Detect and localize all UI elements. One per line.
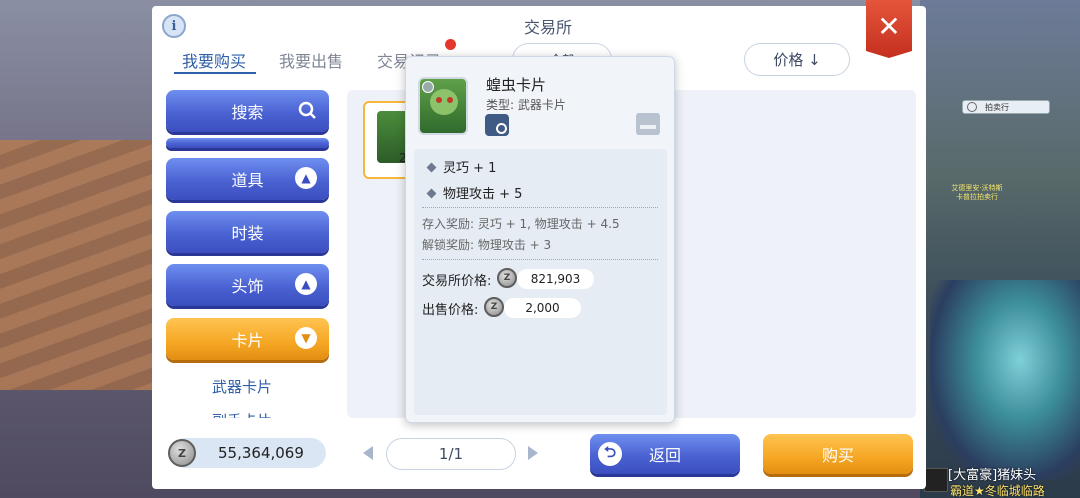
diamond-bullet-icon [426, 162, 437, 173]
item-name: 蝗虫卡片 [486, 76, 547, 94]
guild-name: 霸道★冬临城临路 [950, 484, 1045, 498]
chevron-down-icon: ▼ [295, 327, 317, 349]
sidebar-item-label: 道具 [231, 171, 264, 190]
info-button[interactable]: i [162, 14, 186, 38]
divider [422, 207, 658, 208]
unlock-bonus: 解锁奖励: 物理攻击 + 3 [422, 238, 552, 252]
search-button[interactable]: 搜索 [166, 90, 329, 132]
sidebar-item-headwear[interactable]: 头饰 ▲ [166, 264, 329, 306]
return-icon: ⮌ [598, 442, 622, 466]
stat-line: 灵巧 + 1 [426, 157, 496, 176]
subcategory-offhand-cards[interactable]: 副手卡片 [212, 410, 272, 418]
deposit-bonus: 存入奖励: 灵巧 + 1, 物理攻击 + 4.5 [422, 217, 620, 231]
zeny-coin-icon: Z [497, 268, 517, 288]
player-avatar[interactable] [924, 468, 948, 492]
sidebar-item-cards[interactable]: 卡片 ▼ [166, 318, 329, 360]
notification-dot [445, 39, 456, 50]
sidebar-item-label: 时装 [231, 224, 264, 243]
zeny-coin-icon: Z [484, 297, 504, 317]
search-icon [298, 101, 316, 119]
close-icon: ✕ [877, 9, 901, 43]
back-label: 返回 [648, 446, 681, 465]
sidebar-item-label: 卡片 [231, 331, 264, 350]
dragon-sprite [930, 280, 1080, 480]
player-name: [大富豪]猪妹头 [948, 468, 1037, 483]
tray-icon[interactable] [636, 113, 660, 135]
tab-active-indicator [174, 72, 256, 74]
stat-line: 物理攻击 + 5 [426, 183, 522, 202]
inspect-icon[interactable] [485, 114, 509, 136]
zeny-amount: 55,364,069 [218, 444, 304, 462]
buy-button[interactable]: 购买 [763, 434, 913, 474]
sidebar-item-label: 头饰 [231, 277, 264, 296]
category-hidden-edge [166, 138, 329, 148]
shop-icon [967, 102, 977, 112]
card-icon [418, 77, 468, 135]
search-label: 搜索 [231, 103, 264, 122]
npc-name: 艾德里安·沃特斯 卡普拉拍卖行 [951, 184, 1003, 201]
tab-buy[interactable]: 我要购买 [182, 48, 246, 72]
npc-shop-tag[interactable]: 拍卖行 [962, 100, 1050, 114]
diamond-bullet-icon [426, 188, 437, 199]
zeny-balance: Z 55,364,069 [168, 438, 326, 468]
back-button[interactable]: ⮌ 返回 [590, 434, 740, 474]
next-page-arrow-icon[interactable] [528, 446, 538, 460]
tab-sell[interactable]: 我要出售 [279, 48, 343, 72]
exchange-price-label: 交易所价格: [422, 274, 492, 289]
zeny-coin-icon: Z [168, 439, 196, 467]
chevron-up-icon: ▲ [295, 273, 317, 295]
page-indicator: 1/1 [386, 438, 516, 470]
divider [422, 259, 658, 260]
info-icon: i [171, 18, 177, 34]
exchange-price-value: 821,903 [517, 269, 594, 289]
chevron-up-icon: ▲ [295, 167, 317, 189]
item-type: 类型: 武器卡片 [486, 98, 566, 112]
sell-price-label: 出售价格: [422, 303, 479, 318]
sidebar-item-fashion[interactable]: 时装 [166, 211, 329, 253]
category-sidebar: 搜索 道具 ▲ 时装 头饰 ▲ 卡片 ▼ 武器卡片 副手卡片 [164, 90, 332, 418]
subcategory-weapon-cards[interactable]: 武器卡片 [212, 376, 272, 397]
close-button[interactable]: ✕ [866, 0, 912, 58]
sidebar-item-props[interactable]: 道具 ▲ [166, 158, 329, 200]
page-title: 交易所 [523, 18, 572, 37]
sell-price-value: 2,000 [504, 298, 581, 318]
prev-page-arrow-icon[interactable] [363, 446, 373, 460]
price-sort-button[interactable]: 价格 ↓ [744, 43, 850, 76]
